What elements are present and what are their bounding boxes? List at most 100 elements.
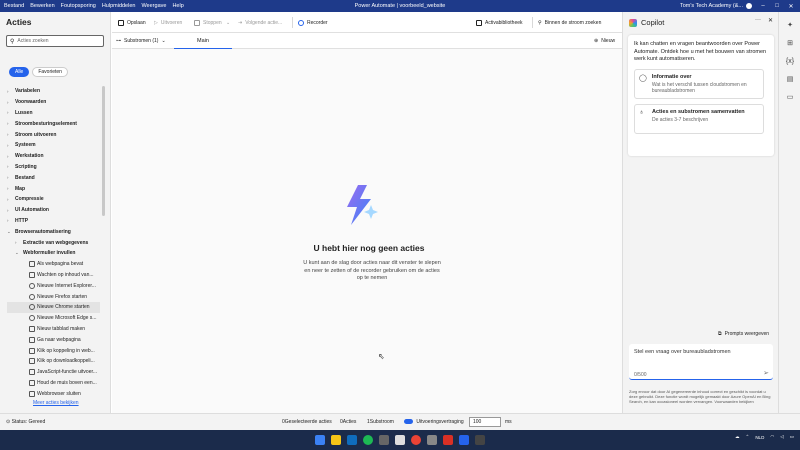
file-explorer-icon[interactable]: [331, 435, 341, 445]
action-item[interactable]: Klik op koppeling in web...: [7, 345, 100, 356]
battery-icon[interactable]: ▭: [790, 434, 794, 440]
chevron-right-icon[interactable]: ›: [7, 175, 13, 180]
next-action-button[interactable]: ⇥ Volgende actie...: [238, 12, 282, 33]
menu-help[interactable]: Help: [172, 3, 183, 9]
actions-search-input[interactable]: [17, 38, 98, 44]
action-group[interactable]: › Map: [7, 183, 100, 194]
action-item[interactable]: Wachten op inhoud van...: [7, 270, 100, 281]
app-icon[interactable]: [427, 435, 437, 445]
actions-search[interactable]: ⚲: [6, 35, 104, 47]
subflows-dropdown[interactable]: ⊶ Substromen (1) ⌄: [116, 33, 166, 49]
tab-main[interactable]: Main: [174, 33, 232, 49]
chevron-right-icon[interactable]: ›: [7, 186, 13, 191]
chevron-right-icon[interactable]: ›: [7, 100, 13, 105]
search-flow-button[interactable]: ⚲ Binnen de stroom zoeken: [538, 12, 601, 33]
action-item[interactable]: Nieuwe Chrome starten: [7, 301, 100, 313]
app-icon[interactable]: [475, 435, 485, 445]
app-icon[interactable]: [395, 435, 405, 445]
action-item[interactable]: Nieuwe Firefox starten: [7, 291, 100, 302]
action-item[interactable]: Nieuwe Internet Explorer...: [7, 280, 100, 291]
action-group[interactable]: › Compressie: [7, 194, 100, 205]
user-account[interactable]: Tom's Tech Academy (&...: [680, 3, 752, 9]
spotify-icon[interactable]: [363, 435, 373, 445]
delay-toggle[interactable]: Uitvoeringsvertraging: [404, 419, 464, 425]
suggestion-card-summarize[interactable]: ♁ Acties en substromen samenvatten De ac…: [634, 103, 764, 134]
menu-weergave[interactable]: Weergave: [141, 3, 166, 9]
action-group[interactable]: ⌄ Browserautomatisering: [7, 226, 100, 237]
action-group[interactable]: › Extractie van webgegevens: [7, 237, 100, 248]
menu-foutopsporing[interactable]: Foutopsporing: [61, 3, 96, 9]
menu-hulpmiddelen[interactable]: Hulpmiddelen: [102, 3, 136, 9]
action-group[interactable]: › Stroombesturingselement: [7, 118, 100, 129]
chevron-right-icon[interactable]: ›: [15, 240, 21, 245]
app-icon[interactable]: [379, 435, 389, 445]
chevron-right-icon[interactable]: ›: [7, 89, 13, 94]
action-item[interactable]: Nieuwe Microsoft Edge s...: [7, 313, 100, 324]
wifi-icon[interactable]: ◠: [770, 434, 774, 440]
variables-icon[interactable]: {x}: [785, 56, 795, 66]
action-group[interactable]: › Systeem: [7, 140, 100, 151]
chevron-down-icon[interactable]: ⌄: [7, 229, 13, 235]
action-group[interactable]: › UI Automation: [7, 205, 100, 216]
action-item[interactable]: Nieuw tabblad maken: [7, 324, 100, 335]
action-group[interactable]: › Bestand: [7, 172, 100, 183]
scrollbar[interactable]: [102, 86, 105, 216]
action-group[interactable]: › HTTP: [7, 216, 100, 227]
copilot-input-box[interactable]: 0/500 ➢: [629, 344, 773, 380]
action-item[interactable]: Als webpagina bevat: [7, 259, 100, 270]
chevron-down-icon[interactable]: ⌄: [15, 250, 21, 256]
menu-bestand[interactable]: Bestand: [4, 3, 24, 9]
filter-all[interactable]: Alle: [9, 67, 30, 77]
action-group[interactable]: › Variabelen: [7, 86, 100, 97]
minimize-icon[interactable]: –: [756, 0, 770, 12]
language-indicator[interactable]: NLD: [755, 435, 764, 440]
delay-value[interactable]: 100: [473, 419, 481, 425]
action-item[interactable]: Houd de muis boven een...: [7, 378, 100, 389]
stop-button[interactable]: Stoppen: [194, 12, 222, 33]
copilot-rail-icon[interactable]: ✦: [785, 20, 795, 30]
ui-elements-icon[interactable]: ⊞: [785, 38, 795, 48]
chevron-right-icon[interactable]: ›: [7, 143, 13, 148]
chevron-right-icon[interactable]: ›: [7, 197, 13, 202]
save-button[interactable]: Opslaan: [118, 12, 146, 33]
action-group[interactable]: › Scripting: [7, 162, 100, 173]
app-icon[interactable]: [443, 435, 453, 445]
menu-bewerken[interactable]: Bewerken: [30, 3, 54, 9]
mail-icon[interactable]: [347, 435, 357, 445]
chevron-right-icon[interactable]: ›: [7, 164, 13, 169]
action-group[interactable]: › Lussen: [7, 108, 100, 119]
action-item[interactable]: Ga naar webpagina: [7, 334, 100, 345]
delay-stepper[interactable]: 100: [469, 417, 501, 427]
more-icon[interactable]: ···: [755, 17, 761, 23]
recorder-button[interactable]: Recorder: [298, 12, 328, 33]
run-dropdown[interactable]: ⌄: [226, 12, 230, 33]
suggestion-card-info[interactable]: ◯ Informatie over Wat is het verschil tu…: [634, 68, 764, 99]
view-prompts-button[interactable]: ⧉ Prompts weergeven: [718, 331, 769, 337]
chevron-right-icon[interactable]: ›: [7, 218, 13, 223]
action-item[interactable]: Webbrowser sluiten: [7, 388, 100, 399]
power-automate-icon[interactable]: [459, 435, 469, 445]
chevron-right-icon[interactable]: ›: [7, 110, 13, 115]
asset-library-button[interactable]: Activabibliotheek: [476, 12, 523, 33]
action-item[interactable]: Klik op downloadkoppeli...: [7, 356, 100, 367]
action-group[interactable]: › Voorwaarden: [7, 97, 100, 108]
copilot-question-input[interactable]: [634, 349, 754, 355]
chevron-right-icon[interactable]: ›: [7, 132, 13, 137]
chrome-icon[interactable]: [411, 435, 421, 445]
close-icon[interactable]: ✕: [768, 17, 773, 24]
action-item[interactable]: JavaScript-functie uitvoer...: [7, 367, 100, 378]
filter-favorites[interactable]: Favorieten: [32, 67, 68, 77]
data-sources-icon[interactable]: ▭: [785, 92, 795, 102]
new-subflow-button[interactable]: ⊕ Nieuw: [594, 33, 615, 49]
flow-canvas[interactable]: U hebt hier nog geen acties U kunt aan d…: [112, 49, 622, 413]
action-group[interactable]: › Stroom uitvoeren: [7, 129, 100, 140]
chevron-up-icon[interactable]: ⌃: [746, 434, 750, 440]
close-icon[interactable]: ✕: [784, 0, 798, 12]
chevron-right-icon[interactable]: ›: [7, 121, 13, 126]
images-icon[interactable]: ▤: [785, 74, 795, 84]
send-icon[interactable]: ➢: [763, 369, 769, 377]
windows-start-icon[interactable]: [315, 435, 325, 445]
action-group[interactable]: ⌄ Webformulier invullen: [7, 248, 100, 259]
chevron-right-icon[interactable]: ›: [7, 208, 13, 213]
maximize-icon[interactable]: □: [770, 0, 784, 12]
